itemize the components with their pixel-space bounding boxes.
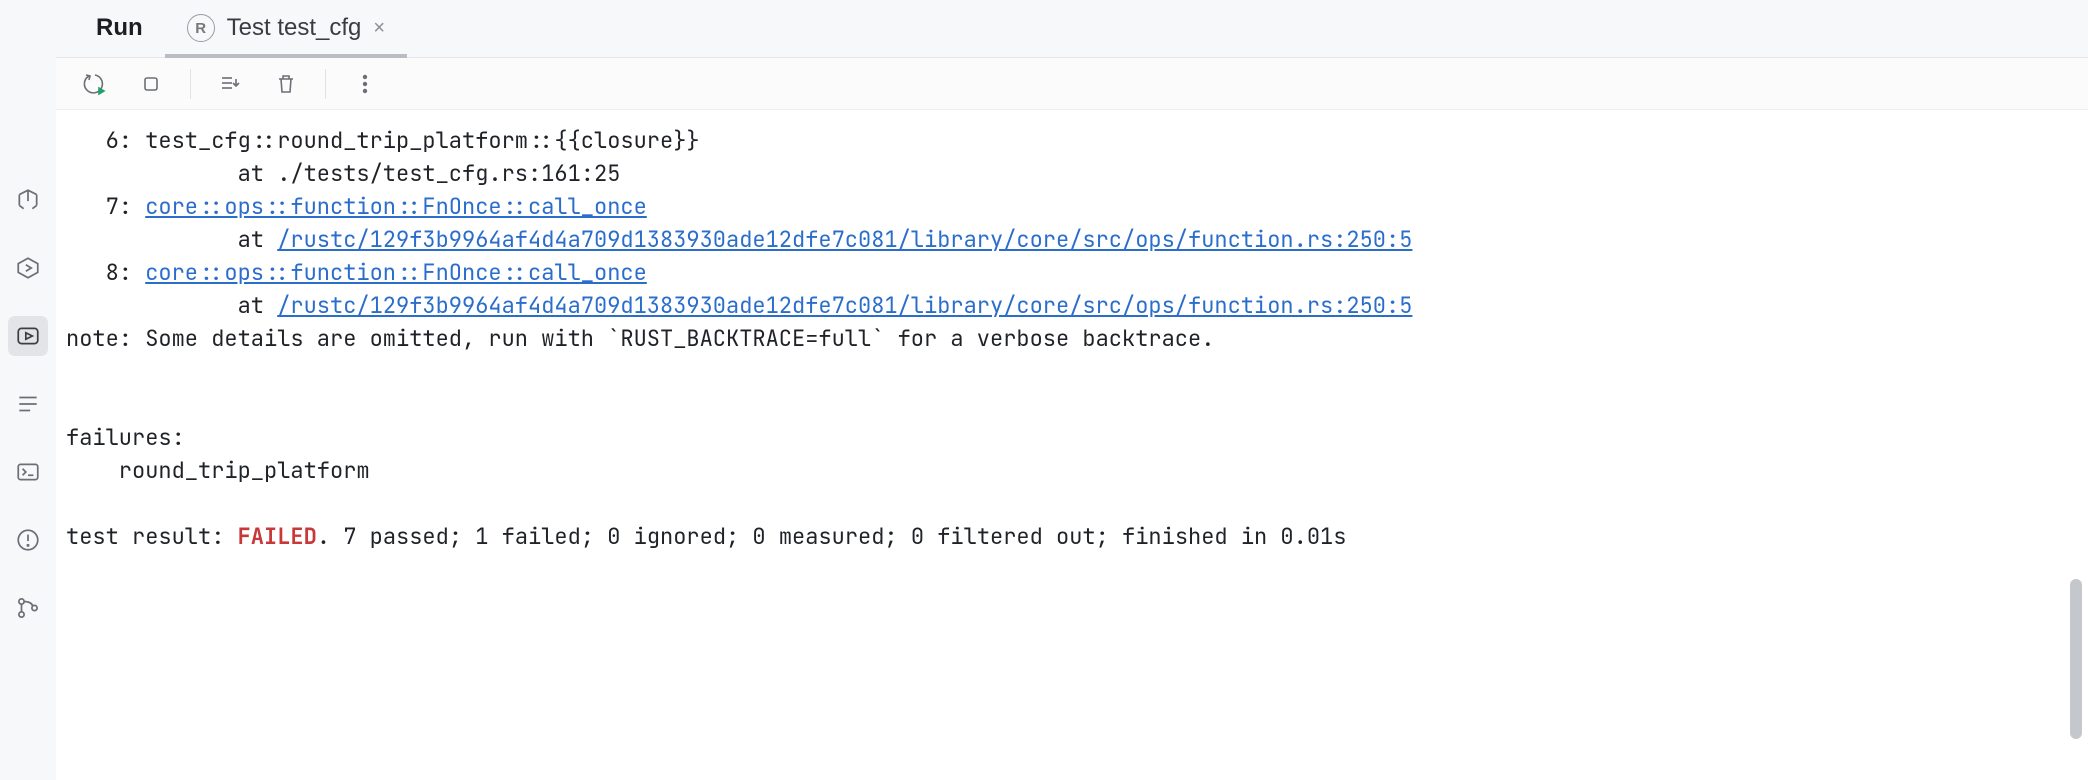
clear-all-button[interactable] <box>269 67 303 101</box>
scrollbar[interactable] <box>2068 110 2084 780</box>
more-button[interactable] <box>348 67 382 101</box>
tab-run-config[interactable]: R Test test_cfg × <box>165 0 407 57</box>
rust-icon: R <box>187 14 215 42</box>
toolbar-separator-2 <box>325 69 326 99</box>
left-tool-strip <box>0 0 56 780</box>
source-link[interactable]: core::ops::function::FnOnce::call_once <box>145 192 647 221</box>
run-icon[interactable] <box>8 316 48 356</box>
services-icon[interactable] <box>8 248 48 288</box>
toolbar-separator <box>190 69 191 99</box>
console-output[interactable]: 6: test_cfg::round_trip_platform::{{clos… <box>56 110 2088 780</box>
tab-underline <box>165 54 407 58</box>
rerun-button[interactable] <box>78 67 112 101</box>
source-link[interactable]: core::ops::function::FnOnce::call_once <box>145 258 647 287</box>
source-link[interactable]: /rustc/129f3b9964af4d4a709d1383930ade12d… <box>277 291 1412 320</box>
scrollbar-thumb[interactable] <box>2070 579 2082 739</box>
tab-run[interactable]: Run <box>74 0 165 57</box>
problems-icon[interactable] <box>8 520 48 560</box>
scroll-to-end-button[interactable] <box>213 67 247 101</box>
tool-window-tabs: Run R Test test_cfg × <box>56 0 2088 58</box>
tab-run-config-label: Test test_cfg <box>227 14 362 42</box>
stop-button[interactable] <box>134 67 168 101</box>
build-icon[interactable] <box>8 180 48 220</box>
git-icon[interactable] <box>8 588 48 628</box>
source-link[interactable]: /rustc/129f3b9964af4d4a709d1383930ade12d… <box>277 225 1412 254</box>
terminal-icon[interactable] <box>8 452 48 492</box>
run-toolbar <box>56 58 2088 110</box>
tab-run-label: Run <box>96 14 143 42</box>
close-icon[interactable]: × <box>373 17 385 40</box>
todo-icon[interactable] <box>8 384 48 424</box>
